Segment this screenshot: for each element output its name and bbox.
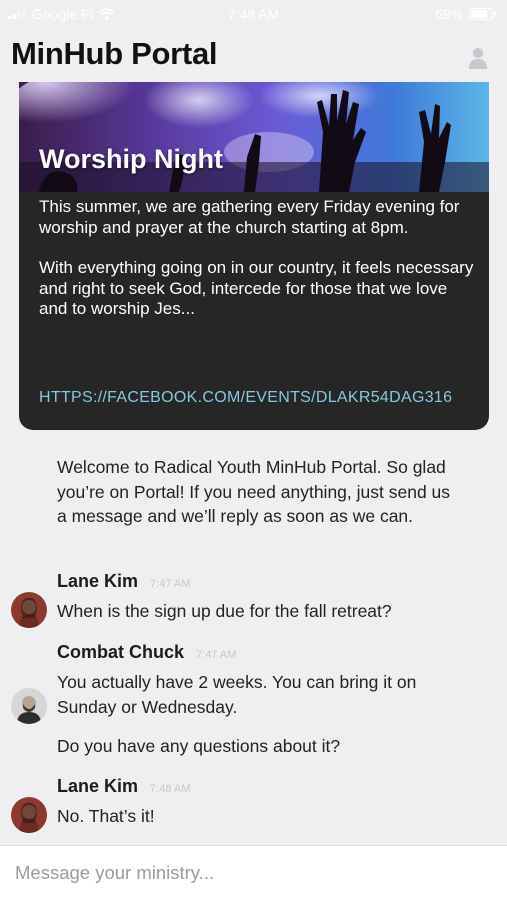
message-time: 7:47 AM — [196, 649, 237, 661]
avatar[interactable] — [11, 688, 47, 724]
sender-name: Lane Kim — [57, 571, 139, 591]
status-bar: Google Fi 7:48 AM 69% — [0, 0, 507, 28]
message-text: Do you have any questions about it? — [57, 736, 341, 756]
event-hero-image — [19, 82, 489, 192]
sender-name: Combat Chuck — [57, 642, 185, 662]
status-right: 69% — [434, 6, 496, 22]
message-composer — [0, 845, 507, 901]
message-sender: Lane Kim 7:48 AM — [57, 776, 190, 797]
message-text: When is the sign up due for the fall ret… — [57, 601, 392, 621]
message-time: 7:48 AM — [150, 783, 191, 795]
message-time: 7:47 AM — [150, 578, 191, 590]
battery-percent: 69% — [434, 6, 463, 22]
page-title: MinHub Portal — [11, 36, 218, 71]
sender-name: Lane Kim — [57, 776, 139, 796]
event-description: This summer, we are gathering every Frid… — [39, 197, 460, 237]
avatar[interactable] — [11, 592, 47, 628]
message-input[interactable] — [13, 858, 487, 888]
battery-icon — [469, 8, 496, 20]
person-icon[interactable] — [469, 47, 487, 69]
event-description-more: With everything going on in our country,… — [39, 258, 474, 318]
event-card[interactable]: Worship Night This summer, we are gather… — [19, 82, 489, 430]
event-link[interactable]: HTTPS://FACEBOOK.COM/EVENTS/DLAKR54DAG31… — [39, 389, 452, 407]
avatar[interactable] — [11, 797, 47, 833]
message-sender: Lane Kim 7:47 AM — [57, 571, 190, 592]
status-time: 7:48 AM — [227, 6, 280, 22]
message-sender: Combat Chuck 7:47 AM — [57, 642, 236, 663]
event-title: Worship Night — [39, 144, 223, 174]
welcome-message: Welcome to Radical Youth MinHub Portal. … — [57, 457, 451, 527]
message-text: No. That’s it! — [57, 806, 155, 826]
message-text: You actually have 2 weeks. You can bring… — [57, 672, 417, 717]
